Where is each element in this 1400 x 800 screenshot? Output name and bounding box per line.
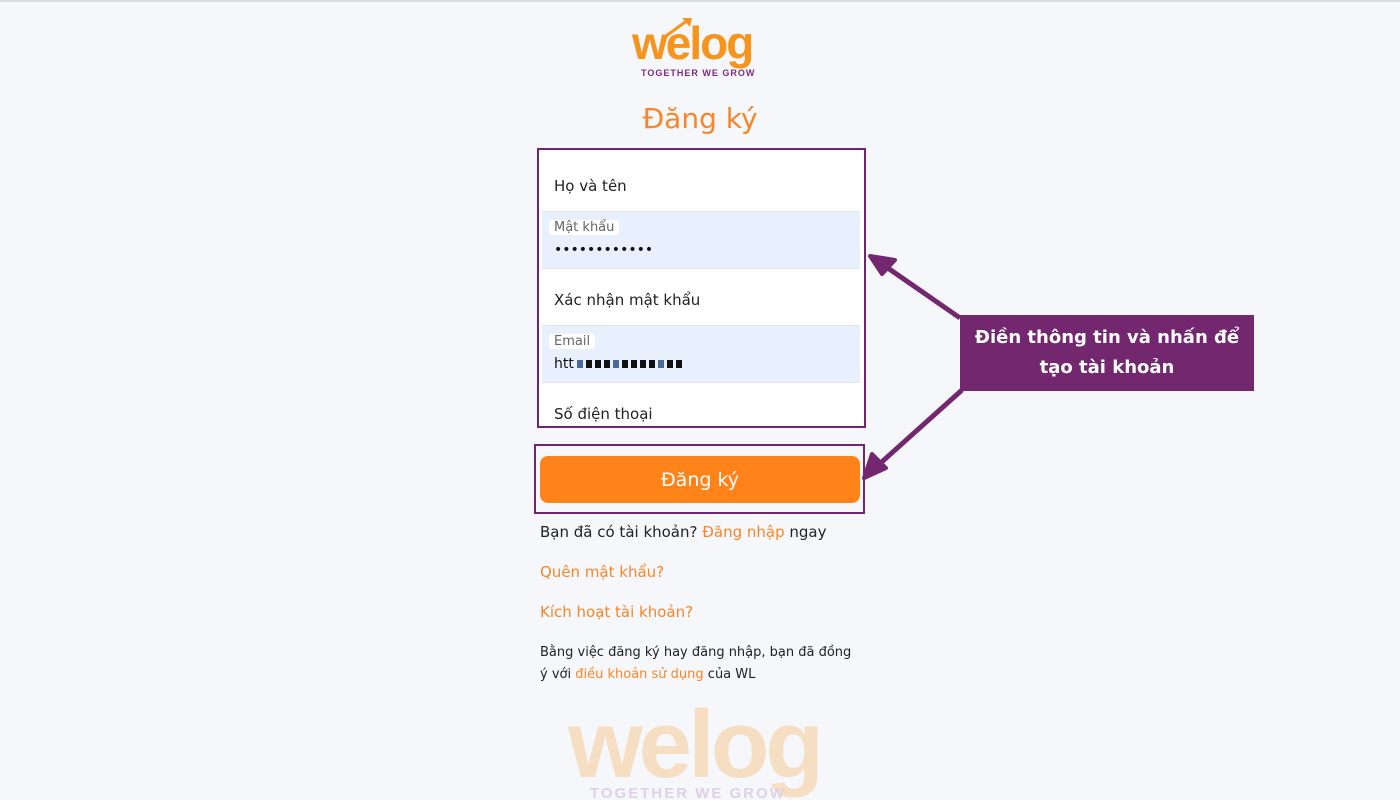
full-name-field[interactable]: Họ và tên [542,155,860,212]
have-account-suffix: ngay [789,523,827,541]
phone-placeholder: Số điện thoại [554,405,653,423]
callout-line-1: Điền thông tin và nhấn để [974,327,1240,348]
password-label: Mật khẩu [549,220,620,235]
logo-arrow-icon [665,18,692,38]
callout-line-2: tạo tài khoản [1039,357,1175,378]
terms-text: Bằng việc đăng ký hay đăng nhập, bạn đã … [540,642,860,686]
arrow-to-form-icon [868,254,962,321]
have-account-prefix: Bạn đã có tài khoản? [540,523,698,541]
register-button[interactable]: Đăng ký [540,456,860,503]
watermark-tagline: TOGETHER WE GROW [590,785,786,800]
password-value: •••••••••••• [554,242,654,258]
email-value: htt [554,356,682,372]
password-field[interactable]: Mật khẩu •••••••••••• [542,212,860,269]
full-name-placeholder: Họ và tên [554,177,627,195]
email-value-prefix: htt [554,356,574,372]
logo-tagline: TOGETHER WE GROW [641,68,756,78]
arrow-to-button-icon [862,388,964,480]
terms-suffix: của WL [707,667,756,682]
brand-logo: welog TOGETHER WE GROW [632,16,772,82]
email-label: Email [549,334,596,349]
watermark-wordmark: welog [568,691,824,798]
email-field[interactable]: Email htt [542,326,860,383]
confirm-password-placeholder: Xác nhận mật khẩu [554,291,701,309]
forgot-password-link[interactable]: Quên mật khẩu? [540,563,664,581]
brand-watermark: welog TOGETHER WE GROW [568,695,868,800]
login-link[interactable]: Đăng nhập [702,523,784,541]
confirm-password-field[interactable]: Xác nhận mật khẩu [542,269,860,326]
page-title: Đăng ký [642,102,758,135]
terms-link[interactable]: điều khoản sử dụng [575,667,703,682]
annotation-callout: Điền thông tin và nhấn để tạo tài khoản [960,315,1254,391]
have-account-line: Bạn đã có tài khoản? Đăng nhập ngay [540,523,827,541]
activate-account-link[interactable]: Kích hoạt tài khoản? [540,603,693,621]
registration-form: Họ và tên Mật khẩu •••••••••••• Xác nhận… [537,148,866,428]
phone-field[interactable]: Số điện thoại [542,383,860,426]
